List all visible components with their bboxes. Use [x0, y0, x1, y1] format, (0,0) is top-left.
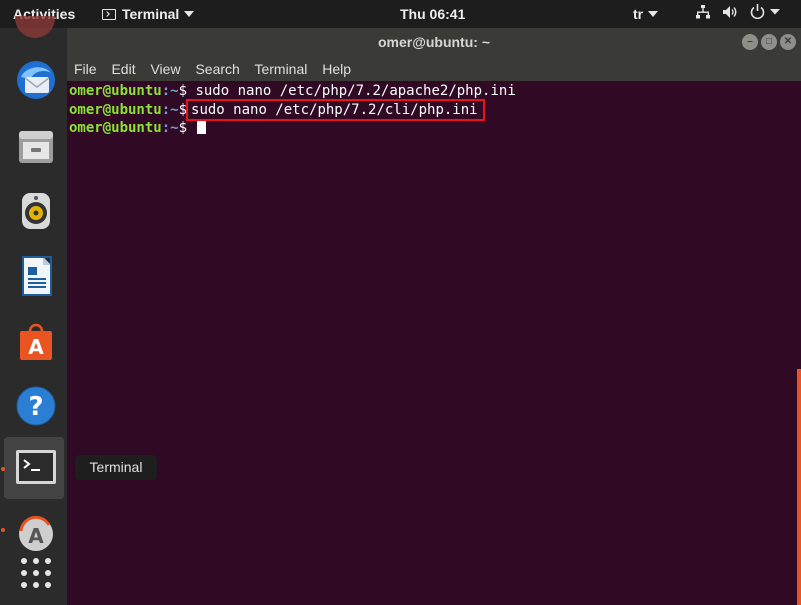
- chevron-down-icon: [184, 11, 195, 17]
- minimize-icon: –: [747, 36, 753, 47]
- highlighted-command: sudo nano /etc/php/7.2/cli/php.ini: [186, 98, 485, 121]
- terminal-icon: [16, 450, 56, 484]
- prompt-symbol: $: [178, 101, 188, 118]
- dock-item-thunderbird[interactable]: [4, 50, 64, 110]
- command-text: sudo nano /etc/php/7.2/apache2/php.ini: [195, 83, 516, 99]
- menu-view[interactable]: View: [150, 61, 180, 77]
- input-source-label: tr: [633, 6, 644, 22]
- network-icon[interactable]: [696, 0, 710, 28]
- svg-text:?: ?: [28, 392, 43, 422]
- svg-text:A: A: [28, 335, 44, 359]
- text-cursor: [197, 120, 207, 134]
- terminal-output[interactable]: omer@ubuntu:~$ sudo nano /etc/php/7.2/ap…: [67, 81, 801, 605]
- close-icon: ✕: [783, 36, 793, 47]
- question-icon: ?: [16, 386, 56, 426]
- partial-app-icon: [15, 16, 55, 38]
- window-titlebar[interactable]: omer@ubuntu: ~ – □ ✕: [67, 28, 801, 57]
- clock[interactable]: Thu 06:41: [400, 0, 465, 28]
- terminal-line: omer@ubuntu:~$ sudo nano /etc/php/7.2/ap…: [69, 82, 801, 101]
- menu-edit[interactable]: Edit: [111, 61, 135, 77]
- terminal-app-icon: [102, 9, 116, 20]
- dock-tooltip: Terminal: [75, 455, 157, 480]
- prompt-path: :~: [161, 83, 179, 99]
- power-icon: [750, 4, 780, 20]
- speaker-icon: [22, 193, 50, 229]
- menu-search[interactable]: Search: [195, 61, 239, 77]
- app-menu[interactable]: Terminal: [102, 0, 195, 28]
- top-bar: Activities Terminal Thu 06:41 tr: [0, 0, 801, 28]
- maximize-button[interactable]: □: [761, 34, 777, 50]
- dock-item-help[interactable]: ?: [4, 376, 64, 436]
- prompt-path: :~: [161, 120, 179, 136]
- prompt-path: :~: [161, 101, 179, 118]
- window-title: omer@ubuntu: ~: [377, 34, 491, 50]
- menu-help[interactable]: Help: [322, 61, 351, 77]
- dock-item-files[interactable]: [4, 116, 64, 176]
- prompt-symbol: $: [178, 120, 188, 136]
- dock-item-rhythmbox[interactable]: [4, 181, 64, 241]
- power-menu[interactable]: [750, 0, 780, 28]
- input-source-menu[interactable]: tr: [633, 0, 659, 28]
- dock: A ? A: [0, 16, 67, 605]
- shopping-bag-icon: A: [20, 323, 52, 360]
- document-icon: [22, 256, 52, 296]
- scrollbar[interactable]: [797, 369, 801, 605]
- file-cabinet-icon: [19, 131, 53, 163]
- dock-item-writer[interactable]: [4, 246, 64, 306]
- prompt-user: omer@ubuntu: [69, 101, 162, 118]
- running-indicator: [1, 528, 5, 532]
- maximize-icon: □: [765, 36, 773, 47]
- menu-file[interactable]: File: [74, 61, 97, 77]
- menu-bar: File Edit View Search Terminal Help: [67, 57, 801, 81]
- running-indicator: [1, 467, 5, 471]
- volume-icon[interactable]: [722, 0, 738, 28]
- menu-terminal[interactable]: Terminal: [254, 61, 307, 77]
- prompt-symbol: $: [178, 83, 188, 99]
- show-applications-button[interactable]: [4, 543, 64, 603]
- app-menu-label: Terminal: [122, 6, 180, 22]
- dock-item-terminal[interactable]: [4, 437, 64, 499]
- minimize-button[interactable]: –: [742, 34, 758, 50]
- prompt-user: omer@ubuntu: [69, 83, 162, 99]
- terminal-line: omer@ubuntu:~$: [69, 119, 801, 138]
- terminal-line: omer@ubuntu:~$ sudo nano /etc/php/7.2/cli…: [69, 98, 801, 121]
- prompt-user: omer@ubuntu: [69, 120, 162, 136]
- mail-icon: [17, 61, 55, 99]
- terminal-window: omer@ubuntu: ~ – □ ✕ File Edit View Search…: [67, 28, 801, 605]
- close-button[interactable]: ✕: [780, 34, 796, 50]
- app-grid-icon: [21, 558, 51, 588]
- dock-item-ubuntu-software[interactable]: A: [4, 311, 64, 371]
- window-controls: – □ ✕: [739, 34, 796, 50]
- chevron-down-icon: [648, 11, 659, 17]
